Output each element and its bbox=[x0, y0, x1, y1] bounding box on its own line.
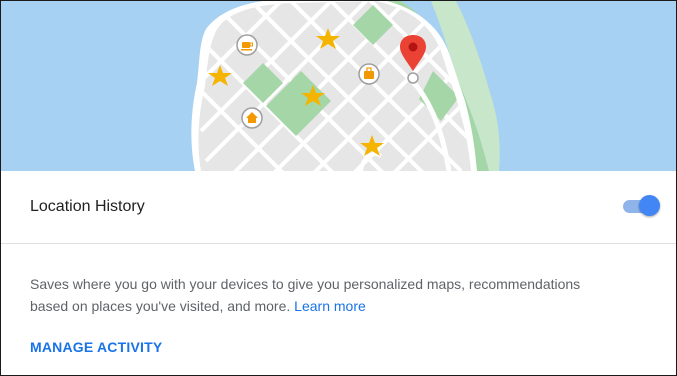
description-line-2-text: based on places you've visited, and more… bbox=[30, 298, 291, 314]
location-history-setting-row: Location History bbox=[1, 171, 676, 244]
location-history-toggle[interactable] bbox=[623, 195, 661, 217]
learn-more-link[interactable]: Learn more bbox=[294, 298, 366, 314]
description-text: Saves where you go with your devices to … bbox=[30, 273, 630, 317]
shopping-pin-icon bbox=[358, 63, 380, 85]
manage-activity-button[interactable]: MANAGE ACTIVITY bbox=[30, 339, 162, 355]
description-line-1: Saves where you go with your devices to … bbox=[30, 276, 581, 292]
location-history-card: Location History Saves where you go with… bbox=[0, 0, 677, 376]
toggle-thumb bbox=[639, 195, 660, 216]
home-pin-icon bbox=[241, 107, 263, 129]
cafe-pin-icon bbox=[236, 34, 258, 56]
map-svg bbox=[1, 1, 676, 171]
map-illustration bbox=[1, 1, 676, 171]
setting-label: Location History bbox=[30, 198, 145, 215]
description-line-2: based on places you've visited, and more… bbox=[30, 295, 630, 317]
